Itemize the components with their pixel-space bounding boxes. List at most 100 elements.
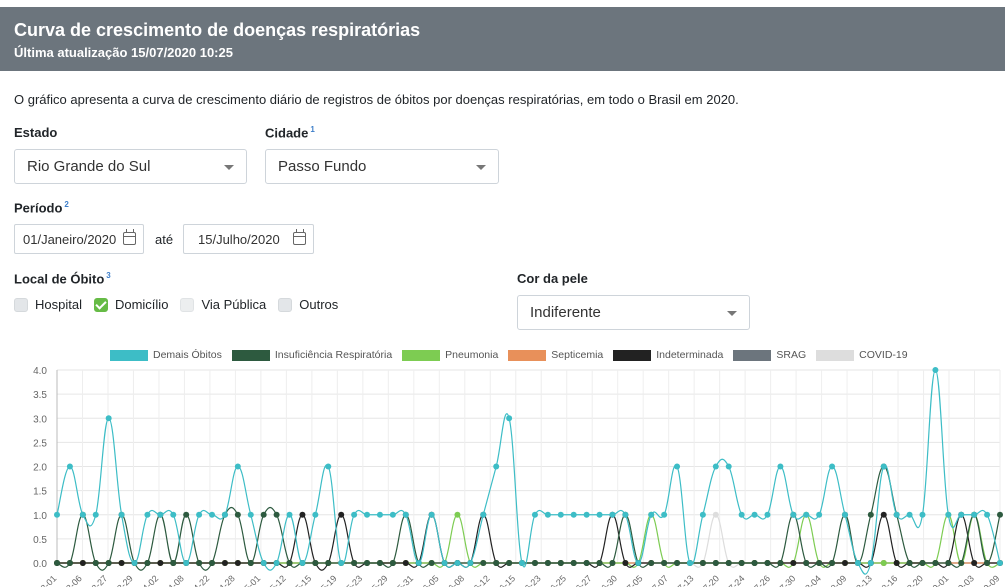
data-point bbox=[389, 560, 396, 566]
legend-label: Pneumonia bbox=[445, 349, 499, 361]
checkbox-box[interactable] bbox=[278, 297, 293, 312]
end-date-input[interactable]: 15/Julho/2020 bbox=[183, 224, 314, 254]
chevron-down-icon bbox=[476, 165, 486, 170]
data-point bbox=[519, 560, 526, 566]
x-tick-label: 07-20 bbox=[698, 573, 721, 587]
data-point bbox=[92, 511, 99, 518]
legend-item[interactable]: Insuficiência Respiratória bbox=[231, 349, 393, 361]
data-point bbox=[648, 560, 655, 566]
y-tick-label: 2.0 bbox=[33, 463, 47, 474]
periodo-note[interactable]: 2 bbox=[64, 200, 68, 209]
legend-label: Insuficiência Respiratória bbox=[274, 349, 393, 361]
data-point bbox=[971, 511, 978, 518]
data-point bbox=[570, 560, 577, 566]
x-tick-label: 06-27 bbox=[570, 573, 593, 587]
legend-label: Septicemia bbox=[551, 349, 604, 361]
x-tick-label: 05-29 bbox=[366, 573, 389, 587]
data-point bbox=[221, 560, 228, 566]
legend-swatch bbox=[231, 349, 270, 361]
chart-legend: Demais Óbitos Insuficiência Respiratória P… bbox=[110, 349, 918, 361]
data-point bbox=[92, 560, 99, 566]
checkbox-via-publica[interactable]: Via Pública bbox=[180, 297, 266, 312]
legend-item[interactable]: Septicemia bbox=[508, 349, 603, 361]
x-tick-label: 05-23 bbox=[341, 573, 364, 587]
x-tick-label: 06-30 bbox=[596, 573, 619, 587]
checkbox-box-checked[interactable] bbox=[93, 297, 108, 312]
checkbox-label: Domicílio bbox=[114, 297, 169, 312]
x-tick-label: 06-25 bbox=[545, 573, 568, 587]
data-point bbox=[997, 560, 1003, 566]
legend-item[interactable]: Pneumonia bbox=[402, 349, 498, 361]
data-point bbox=[402, 560, 409, 566]
cor-pele-select[interactable]: Indiferente bbox=[517, 295, 750, 330]
data-point bbox=[764, 511, 771, 518]
legend-item[interactable]: Indeterminada bbox=[613, 349, 723, 361]
x-tick-label: 05-19 bbox=[315, 573, 338, 587]
data-point bbox=[544, 560, 551, 566]
data-point bbox=[415, 560, 422, 566]
start-date-input[interactable]: 01/Janeiro/2020 bbox=[14, 224, 144, 254]
checkbox-label: Via Pública bbox=[201, 297, 267, 312]
data-point bbox=[803, 560, 810, 566]
local-note[interactable]: 3 bbox=[106, 271, 110, 280]
y-tick-label: 1.0 bbox=[33, 511, 47, 522]
checkbox-outros[interactable]: Outros bbox=[278, 297, 338, 312]
data-point bbox=[557, 511, 564, 518]
legend-item[interactable]: Demais Óbitos bbox=[110, 349, 222, 361]
data-point bbox=[157, 511, 164, 518]
estado-select[interactable]: Rio Grande do Sul bbox=[14, 149, 247, 184]
x-tick-label: 07-30 bbox=[774, 573, 797, 587]
data-point bbox=[829, 463, 836, 470]
x-tick-label: 06-12 bbox=[468, 573, 491, 587]
data-point bbox=[958, 560, 965, 566]
cidade-select[interactable]: Passo Fundo bbox=[265, 149, 499, 184]
page-title: Curva de crescimento de doenças respirat… bbox=[14, 20, 421, 40]
calendar-icon[interactable] bbox=[293, 229, 306, 245]
data-point bbox=[312, 511, 319, 518]
periodo-label-text: Período bbox=[14, 200, 63, 216]
legend-swatch bbox=[816, 349, 855, 361]
legend-swatch bbox=[110, 349, 148, 361]
series-line bbox=[57, 514, 1000, 568]
x-tick-label: 08-09 bbox=[825, 573, 848, 587]
data-point bbox=[170, 511, 177, 518]
local-label-text: Local de Óbito bbox=[14, 271, 105, 287]
data-point bbox=[454, 511, 461, 518]
data-point bbox=[506, 560, 513, 566]
data-point bbox=[144, 511, 151, 518]
calendar-icon[interactable] bbox=[123, 229, 136, 245]
data-point bbox=[247, 511, 254, 518]
data-point bbox=[906, 560, 913, 566]
data-point bbox=[493, 560, 500, 566]
checkbox-label: Outros bbox=[299, 297, 339, 312]
legend-item[interactable]: SRAG bbox=[733, 349, 806, 361]
x-tick-label: 09-03 bbox=[953, 573, 976, 587]
x-tick-label: 07-13 bbox=[672, 573, 695, 587]
data-point bbox=[428, 511, 435, 518]
x-tick-label: 04-02 bbox=[137, 573, 160, 587]
checkbox-box[interactable] bbox=[14, 297, 28, 312]
data-point bbox=[286, 511, 293, 518]
data-point bbox=[273, 511, 280, 518]
last-update: Última atualização 15/07/2020 10:25 bbox=[14, 45, 233, 60]
data-point bbox=[351, 511, 358, 518]
data-point bbox=[712, 463, 719, 470]
checkbox-hospital[interactable]: Hospital bbox=[14, 297, 82, 312]
checkbox-domicilio[interactable]: Domicílio bbox=[93, 297, 169, 312]
cidade-value: Passo Fundo bbox=[278, 158, 367, 175]
data-point bbox=[622, 511, 629, 518]
data-point bbox=[493, 463, 500, 470]
data-point bbox=[880, 560, 887, 566]
data-point bbox=[79, 511, 86, 518]
data-point bbox=[880, 511, 887, 518]
x-tick-label: 03-01 bbox=[35, 573, 58, 587]
x-tick-label: 05-12 bbox=[264, 573, 287, 587]
x-tick-label: 04-08 bbox=[162, 573, 185, 587]
data-point bbox=[661, 511, 668, 518]
data-point bbox=[105, 560, 112, 566]
checkbox-box[interactable] bbox=[180, 297, 195, 312]
data-point bbox=[66, 560, 73, 566]
legend-label: SRAG bbox=[776, 349, 807, 361]
legend-item[interactable]: COVID-19 bbox=[816, 349, 908, 361]
cidade-note[interactable]: 1 bbox=[310, 125, 314, 134]
